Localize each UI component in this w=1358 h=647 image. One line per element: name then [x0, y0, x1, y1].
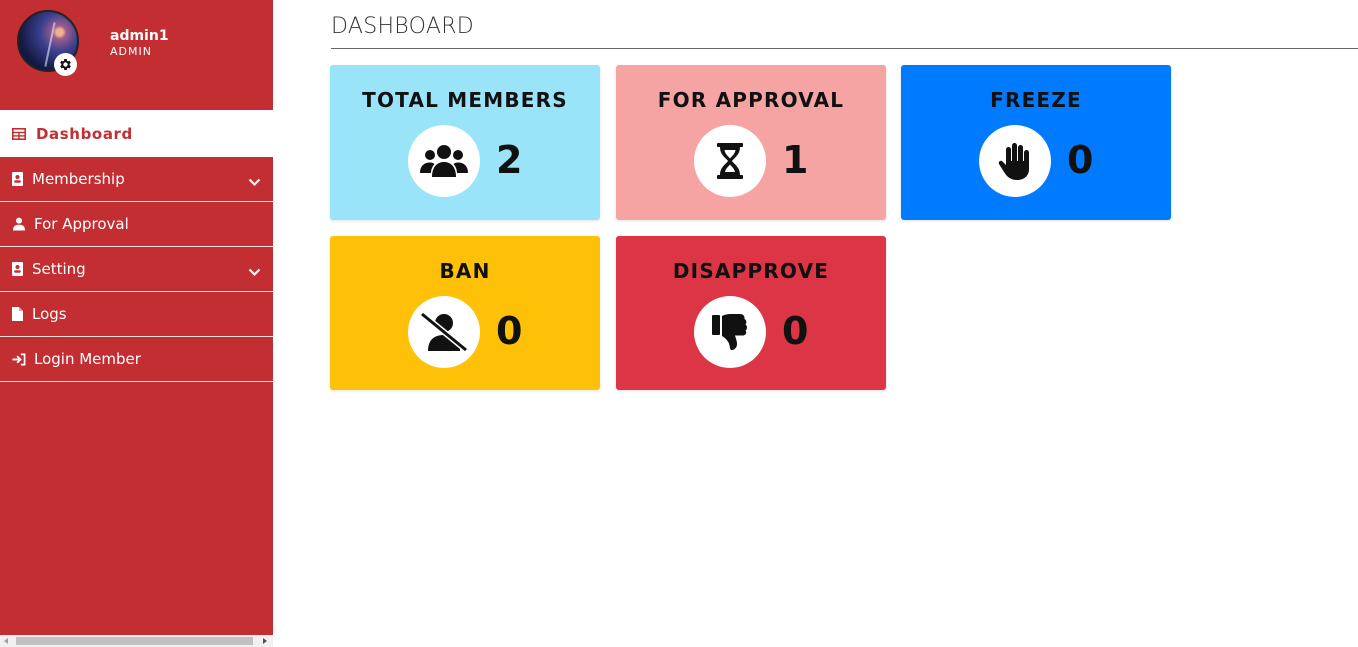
card-count: 2 [496, 138, 523, 182]
user-role: ADMIN [110, 45, 152, 58]
card-count: 0 [496, 309, 523, 353]
card-total-members[interactable]: TOTAL MEMBERS 2 [330, 65, 600, 220]
user-slash-icon [408, 296, 480, 368]
chevron-down-icon[interactable] [248, 172, 261, 191]
page-title: DASHBOARD [331, 14, 475, 39]
card-title: TOTAL MEMBERS [362, 88, 568, 112]
id-card-icon [10, 172, 24, 186]
card-count: 1 [782, 138, 809, 182]
card-count: 0 [1067, 138, 1094, 182]
sidebar-item-label: For Approval [34, 215, 129, 233]
card-title: BAN [439, 259, 491, 283]
card-title: FREEZE [990, 88, 1082, 112]
card-ban[interactable]: BAN 0 [330, 236, 600, 390]
user-name: admin1 [110, 28, 169, 44]
scroll-right-icon[interactable] [263, 638, 267, 644]
file-icon [10, 307, 24, 321]
hand-icon [979, 125, 1051, 197]
sidebar-item-setting[interactable]: Setting [0, 247, 273, 292]
hourglass-icon [694, 125, 766, 197]
sidebar-item-label: Logs [32, 305, 67, 323]
users-icon [408, 125, 480, 197]
id-card-icon [10, 262, 24, 276]
sidebar-item-label: Login Member [34, 350, 141, 368]
table-icon [12, 127, 26, 141]
scroll-left-icon[interactable] [4, 638, 8, 644]
card-for-approval[interactable]: FOR APPROVAL 1 [616, 65, 886, 220]
sidebar: admin1 ADMIN Dashboard Membership For Ap… [0, 0, 273, 647]
sidebar-item-label: Dashboard [36, 124, 133, 143]
card-title: FOR APPROVAL [657, 88, 845, 112]
card-disapprove[interactable]: DISAPPROVE 0 [616, 236, 886, 390]
user-icon [12, 217, 26, 231]
divider [331, 48, 1358, 49]
card-count: 0 [782, 309, 809, 353]
horizontal-scrollbar[interactable] [0, 635, 273, 647]
chevron-down-icon[interactable] [248, 262, 261, 281]
sign-in-icon [12, 352, 26, 366]
sidebar-item-logs[interactable]: Logs [0, 292, 273, 337]
sidebar-item-login-member[interactable]: Login Member [0, 337, 273, 382]
gear-icon[interactable] [54, 53, 77, 76]
sidebar-item-membership[interactable]: Membership [0, 157, 273, 202]
sidebar-item-label: Membership [32, 170, 125, 188]
sidebar-item-dashboard[interactable]: Dashboard [0, 110, 273, 157]
card-title: DISAPPROVE [672, 259, 830, 283]
user-profile: admin1 ADMIN [0, 0, 273, 110]
thumbs-down-icon [694, 296, 766, 368]
sidebar-menu: Dashboard Membership For Approval Settin… [0, 110, 273, 382]
card-freeze[interactable]: FREEZE 0 [901, 65, 1171, 220]
sidebar-item-label: Setting [32, 260, 86, 278]
sidebar-item-for-approval[interactable]: For Approval [0, 202, 273, 247]
scrollbar-thumb[interactable] [16, 637, 253, 645]
